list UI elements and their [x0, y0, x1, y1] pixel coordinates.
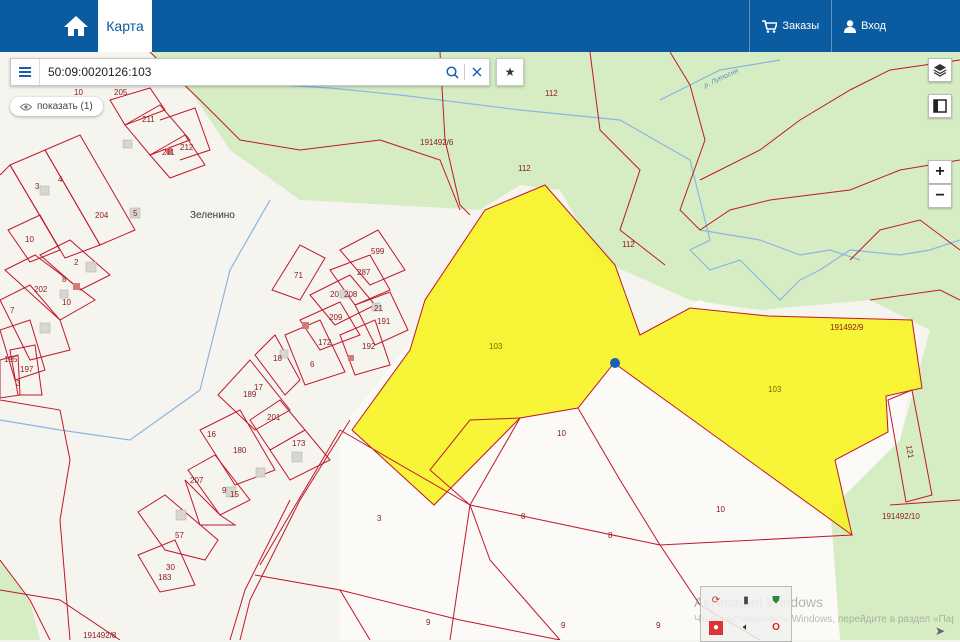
- parcel-label: 2: [74, 258, 79, 267]
- parcel-label: 112: [622, 240, 635, 249]
- zoom-out-button[interactable]: −: [928, 184, 952, 208]
- parcel-label: 9: [656, 621, 661, 630]
- parcel-label: 71: [294, 271, 303, 280]
- parcel-label: 191492/10: [882, 512, 920, 521]
- parcel-label: 212: [180, 143, 194, 152]
- login-label: Вход: [861, 20, 886, 32]
- tab-map[interactable]: Карта: [98, 0, 152, 52]
- usb-icon[interactable]: ▮: [739, 594, 753, 608]
- show-results-chip[interactable]: показать (1): [10, 97, 103, 116]
- top-navbar: Карта Заказы Вход: [0, 0, 960, 52]
- parcel-label: 4: [58, 175, 63, 184]
- red-app-icon[interactable]: ●: [709, 620, 723, 635]
- parcel-label: 8: [608, 531, 613, 540]
- system-tray-popup: ⟳ ▮ ⛊ ● 🔈︎ O: [700, 586, 792, 642]
- parcel-label: 205: [114, 88, 128, 97]
- refresh-icon[interactable]: ⟳: [709, 594, 723, 608]
- parcel-label: 10: [716, 505, 725, 514]
- parcel-label: 9: [561, 621, 566, 630]
- parcel-label: 30: [166, 563, 175, 572]
- basemap-button[interactable]: [928, 94, 952, 118]
- parcel-label: 180: [233, 446, 247, 455]
- basemap-icon: [933, 99, 947, 113]
- parcel-label: 8: [521, 512, 526, 521]
- zoom-in-button[interactable]: +: [928, 160, 952, 184]
- parcel-label: 16: [207, 430, 216, 439]
- parcel-label: 211: [162, 148, 175, 157]
- parcel-label: 191492/8: [83, 631, 117, 640]
- layers-icon: [933, 64, 947, 77]
- clear-search-button[interactable]: [465, 60, 489, 84]
- layers-button[interactable]: [928, 58, 952, 82]
- parcel-label: 192: [362, 342, 376, 351]
- selected-point-marker[interactable]: [610, 358, 620, 368]
- parcel-label: 191492/9: [830, 323, 864, 332]
- parcel-label: 17: [254, 383, 263, 392]
- parcel-label: 21: [374, 304, 383, 313]
- parcel-label: 9: [426, 618, 431, 627]
- parcel-label: 208: [344, 290, 358, 299]
- parcel-label: 209: [329, 313, 343, 322]
- shield-icon[interactable]: ⛊: [769, 594, 783, 608]
- parcel-label: 6: [310, 360, 315, 369]
- navbar-right: Заказы Вход: [749, 0, 960, 52]
- parcel-label: 172: [318, 338, 332, 347]
- parcel-label: 20: [330, 290, 339, 299]
- parcel-label: 201: [267, 413, 281, 422]
- parcel-label: 57: [175, 531, 184, 540]
- parcel-label: 204: [95, 211, 109, 220]
- parcel-label: 191492/6: [420, 138, 454, 147]
- parcel-label: 18: [273, 354, 282, 363]
- parcel-label: 9: [222, 486, 227, 495]
- close-icon: [472, 67, 482, 77]
- parcel-label: 183: [158, 573, 172, 582]
- orders-label: Заказы: [782, 20, 820, 32]
- parcel-label: 5: [133, 209, 138, 218]
- parcel-label: 211: [142, 115, 155, 124]
- opera-icon[interactable]: O: [769, 621, 783, 635]
- menu-button[interactable]: [11, 59, 40, 85]
- favorites-button[interactable]: ★: [496, 58, 524, 86]
- star-icon: ★: [504, 65, 516, 79]
- parcel-label: 202: [34, 285, 48, 294]
- search-input[interactable]: [40, 60, 440, 84]
- show-results-label: показать (1): [37, 101, 93, 112]
- menu-icon: [19, 67, 31, 77]
- parcel-label: 10: [62, 298, 71, 307]
- search-icon: [445, 65, 459, 79]
- home-icon: [64, 16, 88, 36]
- orders-button[interactable]: Заказы: [749, 0, 831, 52]
- parcel-label: 599: [371, 247, 385, 256]
- parcel-label: 10: [74, 88, 83, 97]
- search-button[interactable]: [440, 60, 464, 84]
- parcel-label: 195: [4, 355, 18, 364]
- login-button[interactable]: Вход: [831, 0, 960, 52]
- place-name: Зеленино: [190, 210, 235, 221]
- cart-icon: [762, 19, 778, 33]
- parcel-label: 10: [557, 429, 566, 438]
- user-icon: [844, 19, 857, 33]
- parcel-label: 7: [10, 306, 15, 315]
- parcel-label: 173: [292, 439, 306, 448]
- parcel-label: 10: [25, 235, 34, 244]
- speaker-icon[interactable]: 🔈︎: [739, 621, 753, 635]
- search-bar: [10, 58, 490, 86]
- map-canvas[interactable]: 205 211 212 211 10 3 4 204 5 10 2 8 202 …: [0, 52, 960, 640]
- parcel-label: 15: [230, 490, 239, 499]
- parcel-label: 197: [20, 365, 34, 374]
- selected-parcel-label: 103: [489, 342, 503, 351]
- parcel-label: 112: [545, 89, 558, 98]
- parcel-label: 8: [62, 275, 67, 284]
- selected-parcel-label-2: 103: [768, 385, 782, 394]
- parcel-label: 191: [377, 317, 391, 326]
- eye-icon: [20, 103, 32, 110]
- parcel-label: 207: [190, 476, 204, 485]
- parcel-label: 3: [377, 514, 382, 523]
- parcel-label: 287: [357, 268, 371, 277]
- parcel-label: 3: [16, 379, 21, 388]
- home-button[interactable]: [60, 10, 92, 42]
- parcel-label: 112: [518, 164, 531, 173]
- navigation-arrow-icon[interactable]: ➤: [930, 622, 950, 640]
- parcel-label: 3: [35, 182, 40, 191]
